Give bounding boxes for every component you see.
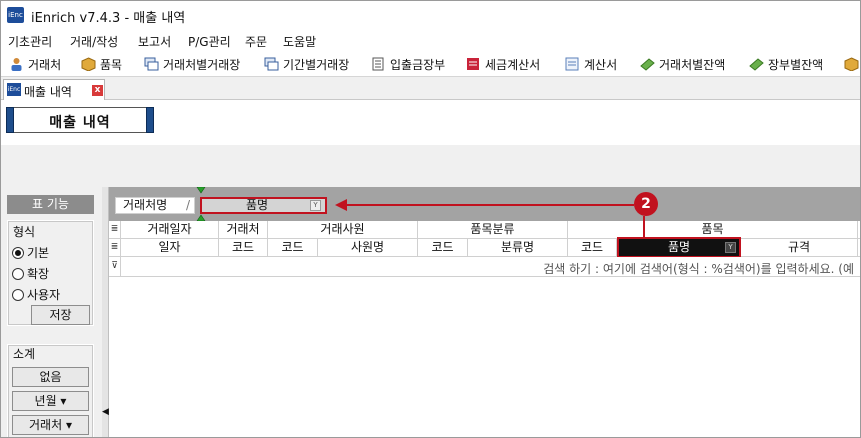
toolbar: 거래처 품목 거래처별거래장 기간별거래장 입출금장부 세금계산서 계산서 거래… bbox=[1, 51, 860, 77]
radio-label: 확장 bbox=[27, 267, 50, 281]
book-icon bbox=[371, 57, 386, 71]
box-icon bbox=[81, 57, 96, 72]
page-title: 매출 내역 bbox=[49, 115, 111, 131]
menu-bar: 기초관리 거래/작성 보고서 P/G관리 주문 도움말 bbox=[1, 29, 860, 51]
table-function-panel: 표 기능 형식 기본 확장 사용자 저장 소계 없음 년월 ▾ 거래처 ▾ bbox=[1, 187, 102, 437]
toolbar-button-tax-invoice[interactable]: 세금계산서 bbox=[466, 55, 540, 73]
toolbar-button-customer-balance[interactable]: 거래처별잔액 bbox=[640, 55, 725, 73]
radio-extended[interactable]: 확장 bbox=[12, 265, 49, 282]
toolbar-label: 기간별거래장 bbox=[283, 57, 350, 72]
tab-label: 매출 내역 bbox=[24, 85, 72, 99]
box-icon bbox=[844, 57, 859, 72]
format-group-label: 형식 bbox=[13, 225, 36, 239]
toolbar-label: 입출금장부 bbox=[390, 57, 446, 72]
menu-item-transaction[interactable]: 거래/작성 bbox=[70, 33, 118, 50]
toolbar-button-cashbook[interactable]: 입출금장부 bbox=[371, 55, 445, 73]
data-grid: 거래처명 / 품명 Y ≣ 거래일자 거래처 거래사원 품목분류 품목 ≣ 일자 bbox=[109, 187, 860, 437]
ledger-icon bbox=[264, 57, 279, 71]
invoice-icon bbox=[466, 57, 481, 71]
close-icon[interactable]: x bbox=[92, 85, 103, 96]
page-title-box: 매출 내역 bbox=[6, 107, 154, 133]
panel-header: 표 기능 bbox=[7, 195, 94, 214]
toolbar-button-item[interactable]: 품목 bbox=[81, 55, 122, 73]
toolbar-button-ledger-balance[interactable]: 장부별잔액 bbox=[749, 55, 823, 73]
menu-item-order[interactable]: 주문 bbox=[245, 33, 267, 50]
page-header: 매출 내역 bbox=[1, 100, 860, 145]
radio-icon bbox=[12, 288, 24, 301]
app-window: iEnc iEnrich v7.4.3 - 매출 내역 기초관리 거래/작성 보… bbox=[0, 0, 861, 438]
toolbar-button-period-ledger[interactable]: 기간별거래장 bbox=[264, 55, 349, 73]
save-button[interactable]: 저장 bbox=[31, 305, 90, 325]
money-icon bbox=[749, 57, 764, 71]
window-title: iEnrich v7.4.3 - 매출 내역 bbox=[31, 11, 186, 26]
subtotal-none-button[interactable]: 없음 bbox=[12, 367, 89, 387]
toolbar-overflow-button[interactable] bbox=[844, 55, 860, 73]
ledger-icon bbox=[144, 57, 159, 71]
subtotal-group: 소계 없음 년월 ▾ 거래처 ▾ bbox=[7, 344, 94, 437]
radio-label: 기본 bbox=[27, 246, 50, 260]
toolbar-button-customer-ledger[interactable]: 거래처별거래장 bbox=[144, 55, 240, 73]
filter-row-icon: ⊽ bbox=[109, 257, 121, 276]
toolbar-button-invoice[interactable]: 계산서 bbox=[565, 55, 617, 73]
subtotal-customer-dropdown[interactable]: 거래처 ▾ bbox=[12, 415, 89, 435]
menu-item-basic[interactable]: 기초관리 bbox=[8, 33, 52, 50]
title-bar: iEnc iEnrich v7.4.3 - 매출 내역 bbox=[1, 1, 860, 29]
radio-label: 사용자 bbox=[27, 288, 61, 302]
toolbar-label: 거래처별거래장 bbox=[163, 57, 241, 72]
radio-icon bbox=[12, 267, 24, 280]
toolbar-label: 거래처별잔액 bbox=[659, 57, 726, 72]
chevron-left-icon[interactable]: ◀ bbox=[102, 407, 109, 417]
tab-sales-history[interactable]: iEnc 매출 내역 x bbox=[3, 79, 105, 100]
radio-selected-icon bbox=[12, 246, 24, 259]
toolbar-label: 계산서 bbox=[584, 57, 618, 72]
toolbar-label: 품목 bbox=[100, 57, 123, 72]
format-group: 형식 기본 확장 사용자 저장 bbox=[7, 220, 94, 326]
sheet-icon bbox=[565, 57, 580, 71]
person-icon bbox=[9, 57, 24, 71]
search-placeholder: 검색 하기 : 여기에 검색어(형식 : %검색어)를 입력하세요. (예 bbox=[543, 262, 854, 276]
toolbar-label: 장부별잔액 bbox=[768, 57, 824, 72]
subtotal-group-label: 소계 bbox=[13, 347, 36, 361]
document-tab-bar: iEnc 매출 내역 x bbox=[1, 77, 860, 100]
panel-splitter[interactable]: ◀ bbox=[102, 187, 109, 437]
menu-item-pg[interactable]: P/G관리 bbox=[188, 33, 231, 50]
title-cap-right bbox=[146, 107, 154, 133]
toolbar-label: 세금계산서 bbox=[485, 57, 541, 72]
search-filter-row[interactable]: ⊽ 검색 하기 : 여기에 검색어(형식 : %검색어)를 입력하세요. (예 bbox=[109, 257, 860, 277]
toolbar-button-customer[interactable]: 거래처 bbox=[9, 55, 61, 73]
toolbar-label: 거래처 bbox=[28, 57, 62, 72]
subtotal-month-dropdown[interactable]: 년월 ▾ bbox=[12, 391, 89, 411]
app-logo-icon: iEnc bbox=[7, 83, 21, 96]
menu-item-help[interactable]: 도움말 bbox=[283, 33, 316, 50]
menu-item-report[interactable]: 보고서 bbox=[138, 33, 171, 50]
radio-basic[interactable]: 기본 bbox=[12, 244, 49, 261]
callout-connector bbox=[335, 199, 645, 237]
app-logo-icon: iEnc bbox=[7, 7, 24, 23]
radio-user[interactable]: 사용자 bbox=[12, 286, 60, 303]
toolbar-band bbox=[1, 145, 860, 187]
callout-number-badge: 2 bbox=[634, 192, 658, 216]
money-icon bbox=[640, 57, 655, 71]
